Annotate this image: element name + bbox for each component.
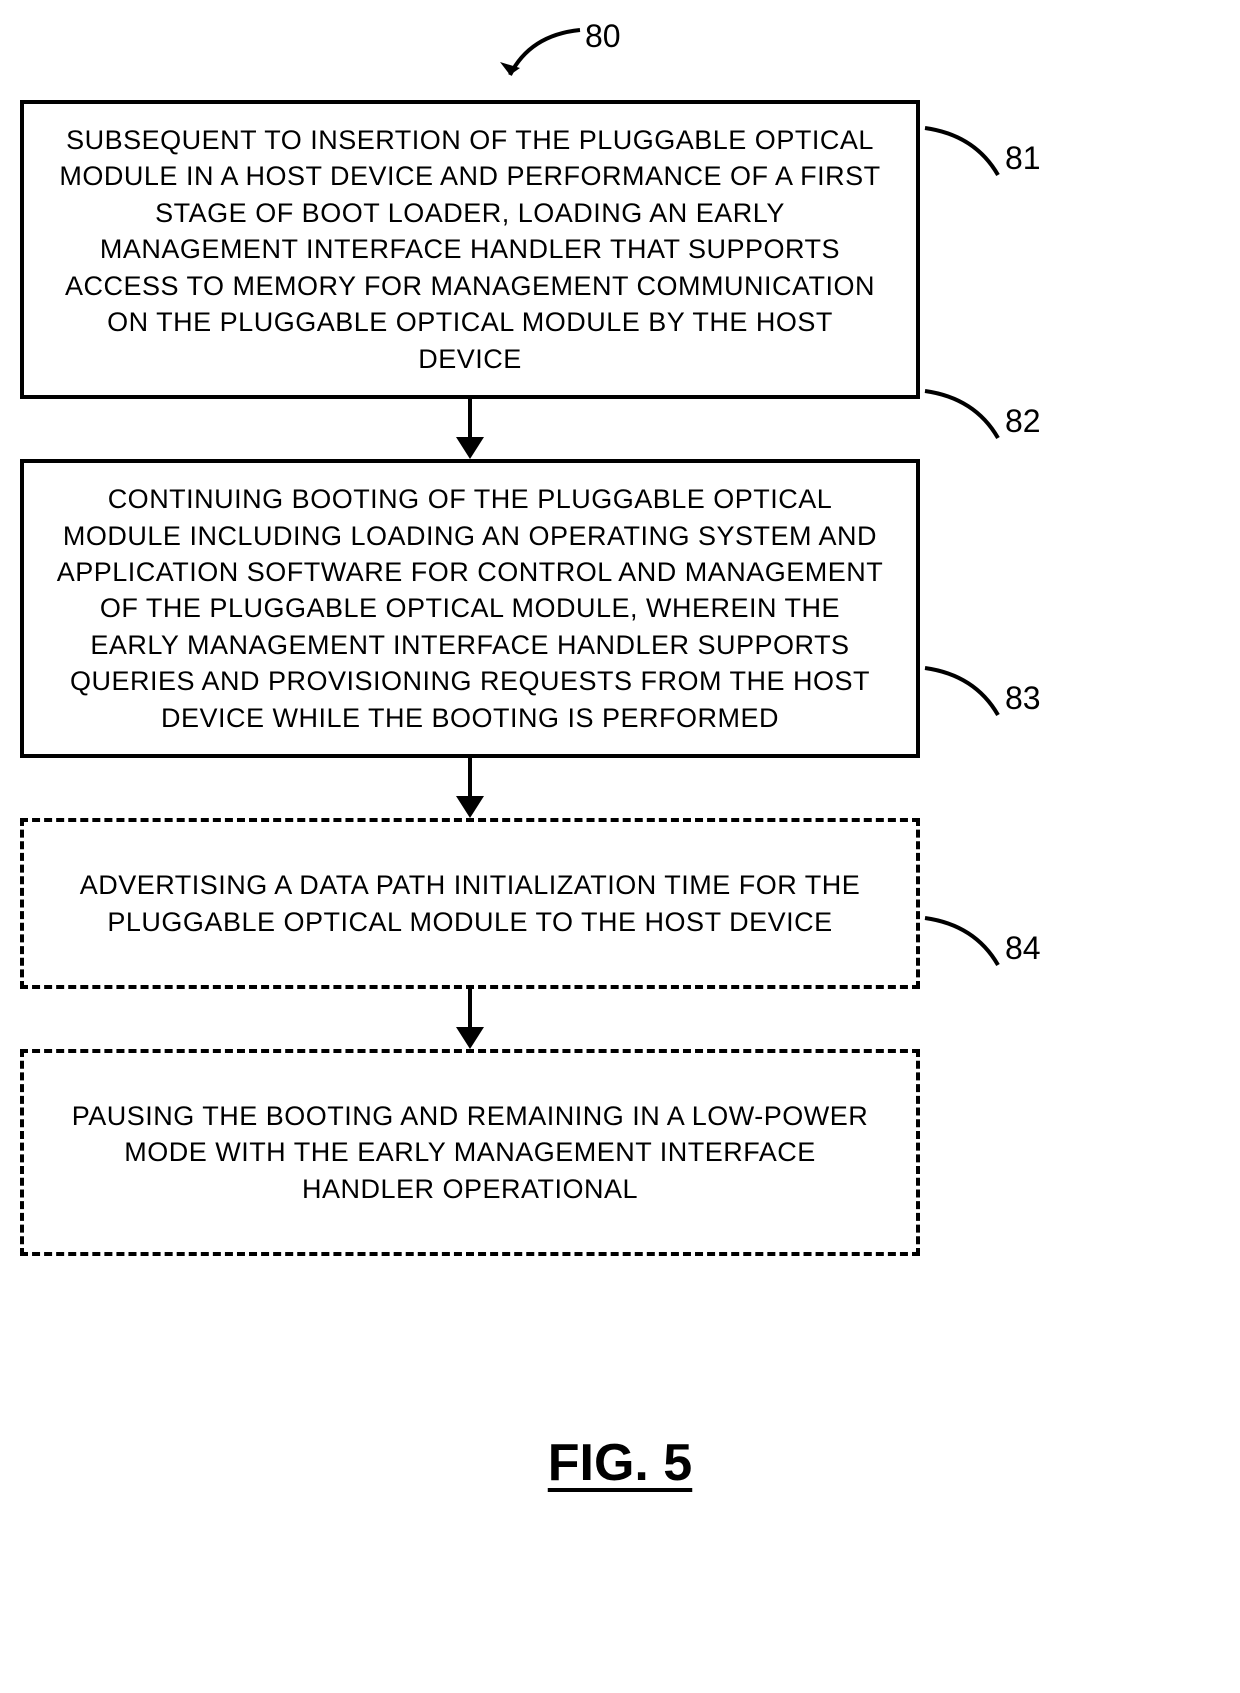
flowchart-arrow [20,758,920,818]
reference-pointer-82 [920,383,1010,453]
flowchart-step-82: CONTINUING BOOTING OF THE PLUGGABLE OPTI… [20,459,920,758]
reference-pointer-84 [920,910,1010,980]
flowchart-step-81: SUBSEQUENT TO INSERTION OF THE PLUGGABLE… [20,100,920,399]
reference-label-82: 82 [1005,403,1041,440]
flowchart-container: SUBSEQUENT TO INSERTION OF THE PLUGGABLE… [20,100,920,1256]
flowchart-arrow [20,399,920,459]
step-text: PAUSING THE BOOTING AND REMAINING IN A L… [72,1101,869,1204]
diagram-pointer-arrow [480,20,590,100]
step-text: ADVERTISING A DATA PATH INITIALIZATION T… [80,870,861,936]
figure-title: FIG. 5 [548,1433,692,1493]
reference-pointer-81 [920,120,1010,190]
step-text: SUBSEQUENT TO INSERTION OF THE PLUGGABLE… [59,125,880,374]
reference-label-81: 81 [1005,140,1041,177]
reference-pointer-83 [920,660,1010,730]
flowchart-step-84: PAUSING THE BOOTING AND REMAINING IN A L… [20,1049,920,1256]
flowchart-step-83: ADVERTISING A DATA PATH INITIALIZATION T… [20,818,920,989]
diagram-main-reference: 80 [585,18,621,55]
step-text: CONTINUING BOOTING OF THE PLUGGABLE OPTI… [57,484,884,733]
flowchart-arrow [20,989,920,1049]
reference-label-84: 84 [1005,930,1041,967]
reference-label-83: 83 [1005,680,1041,717]
